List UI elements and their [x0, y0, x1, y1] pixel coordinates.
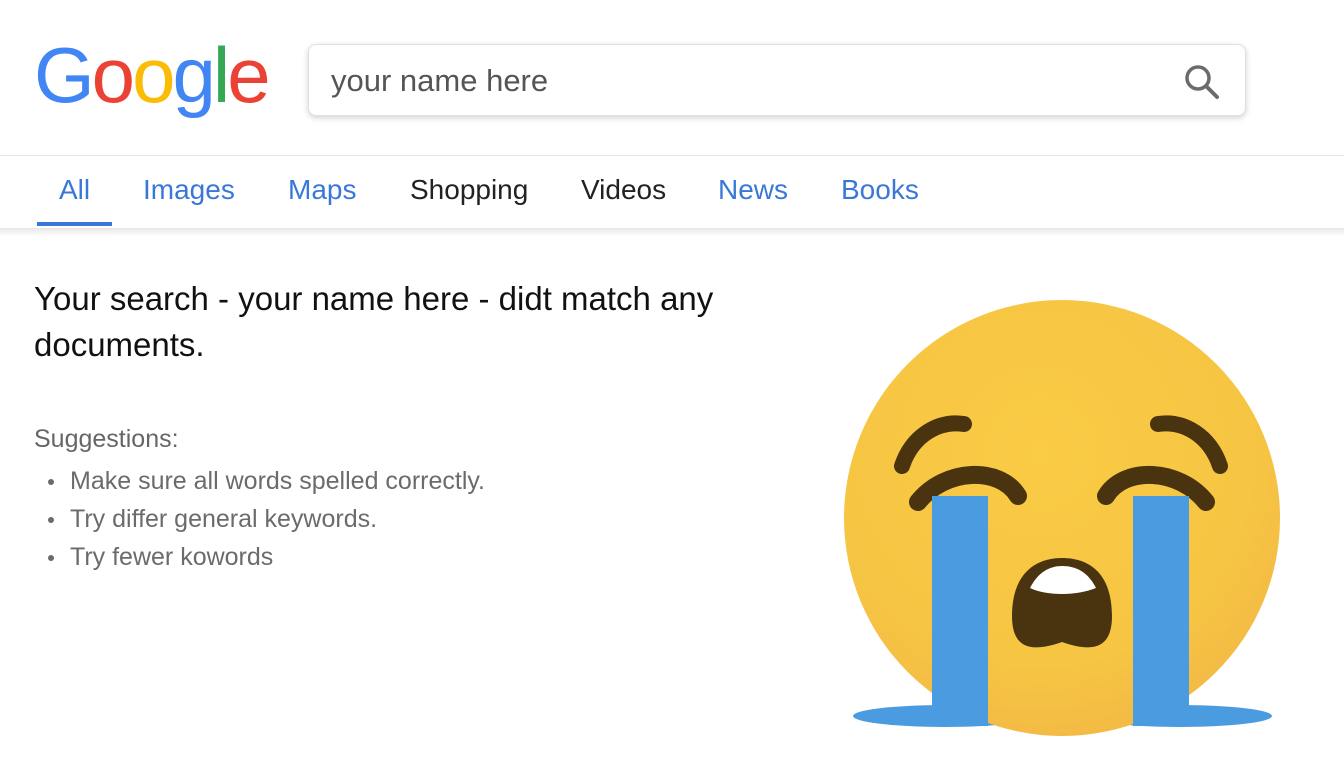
tab-all[interactable]: All: [59, 174, 90, 206]
active-tab-indicator: [37, 222, 112, 226]
logo-letter: e: [227, 31, 270, 119]
suggestions-list: Make sure all words spelled correctly. T…: [44, 462, 485, 576]
logo-letter: g: [172, 31, 215, 119]
logo-letter: l: [212, 31, 230, 119]
no-results-message: Your search - your name here - didt matc…: [34, 280, 714, 363]
tab-images[interactable]: Images: [143, 174, 235, 206]
tab-books[interactable]: Books: [841, 174, 919, 206]
suggestion-item: Try fewer kowords: [44, 538, 485, 576]
logo-letter: o: [132, 31, 175, 119]
search-box[interactable]: [308, 44, 1246, 116]
tab-shopping[interactable]: Shopping: [410, 174, 528, 206]
suggestion-item: Try differ general keywords.: [44, 500, 485, 538]
tab-videos[interactable]: Videos: [581, 174, 666, 206]
search-results-page: G o o g l e All Images Maps Shopping Vid…: [0, 0, 1344, 768]
tab-maps[interactable]: Maps: [288, 174, 356, 206]
google-logo[interactable]: G o o g l e: [34, 31, 271, 119]
suggestions-heading: Suggestions:: [34, 425, 179, 453]
tabs-shadow: [0, 228, 1344, 236]
logo-letter: o: [91, 31, 135, 119]
search-icon[interactable]: [1183, 63, 1221, 101]
search-input[interactable]: [331, 59, 1151, 103]
loudly-crying-face-icon: [840, 296, 1290, 736]
header: G o o g l e: [0, 0, 1344, 156]
search-tabs: All Images Maps Shopping Videos News Boo…: [0, 156, 1344, 228]
logo-letter: G: [34, 31, 95, 119]
tab-news[interactable]: News: [718, 174, 788, 206]
suggestion-item: Make sure all words spelled correctly.: [44, 462, 485, 500]
